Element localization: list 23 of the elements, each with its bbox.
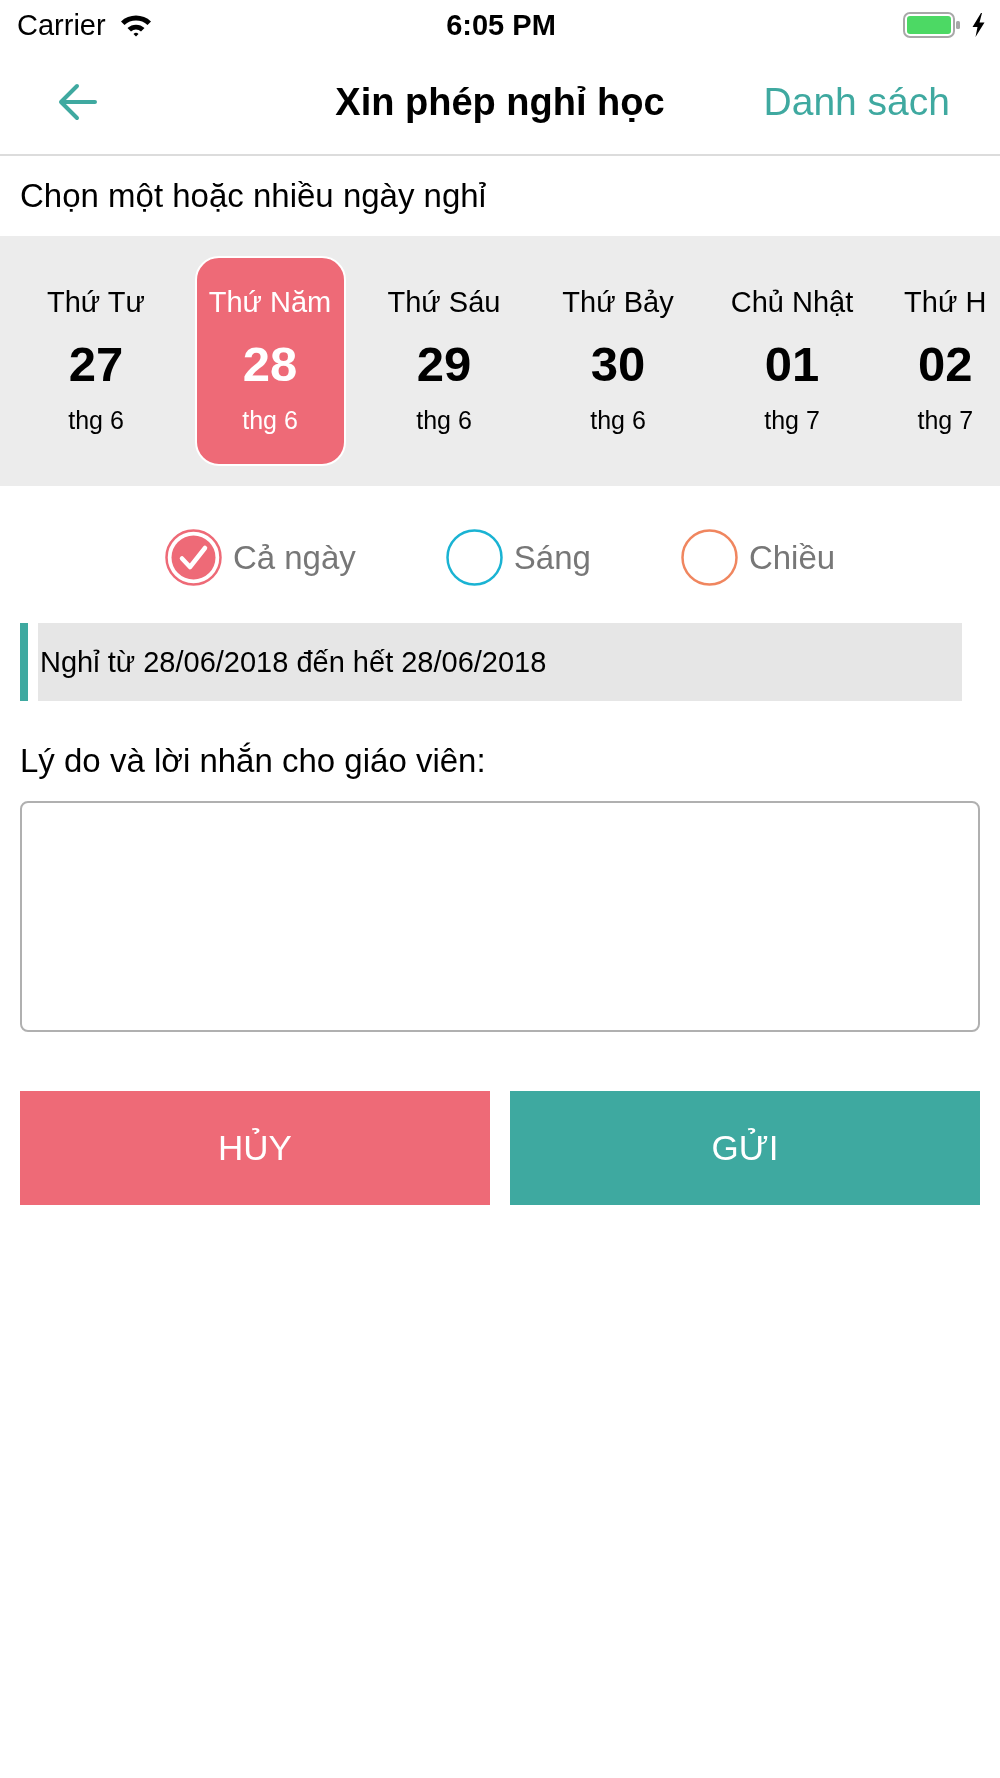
section-prompt: Chọn một hoặc nhiều ngày nghỉ [19,176,487,216]
day-option[interactable]: Thứ Bảy 30 thg 6 [542,256,694,466]
session-radio[interactable]: Cả ngày [164,529,356,586]
day-option[interactable]: Thứ Sáu 29 thg 6 [368,256,520,466]
message-field[interactable] [20,801,980,1032]
day-option[interactable]: Chủ Nhật 01 thg 7 [716,256,868,466]
status-time: 6:05 PM [446,8,556,42]
date-range-banner: Nghỉ từ 28/06/2018 đến hết 28/06/2018 [20,623,962,701]
reason-label: Lý do và lời nhắn cho giáo viên: [19,741,487,781]
list-link[interactable]: Danh sách [763,80,950,124]
day-option[interactable]: Thứ Tư 27 thg 6 [20,256,172,466]
carrier-name: Carrier [17,8,106,42]
cancel-button[interactable]: HỦY [20,1091,490,1205]
back-arrow-icon [57,83,97,121]
send-button[interactable]: GỬI [510,1091,980,1205]
wifi-icon [118,13,153,37]
charging-bolt-icon [972,13,985,37]
day-option[interactable]: Thứ Năm 28 thg 6 [194,256,346,466]
session-radio[interactable]: Chiều [680,529,836,586]
screen-title: Xin phép nghỉ học [335,80,665,124]
session-radio[interactable]: Sáng [445,529,591,586]
day-option[interactable]: Thứ H 02 thg 7 [890,256,1000,466]
battery-icon [903,12,961,38]
